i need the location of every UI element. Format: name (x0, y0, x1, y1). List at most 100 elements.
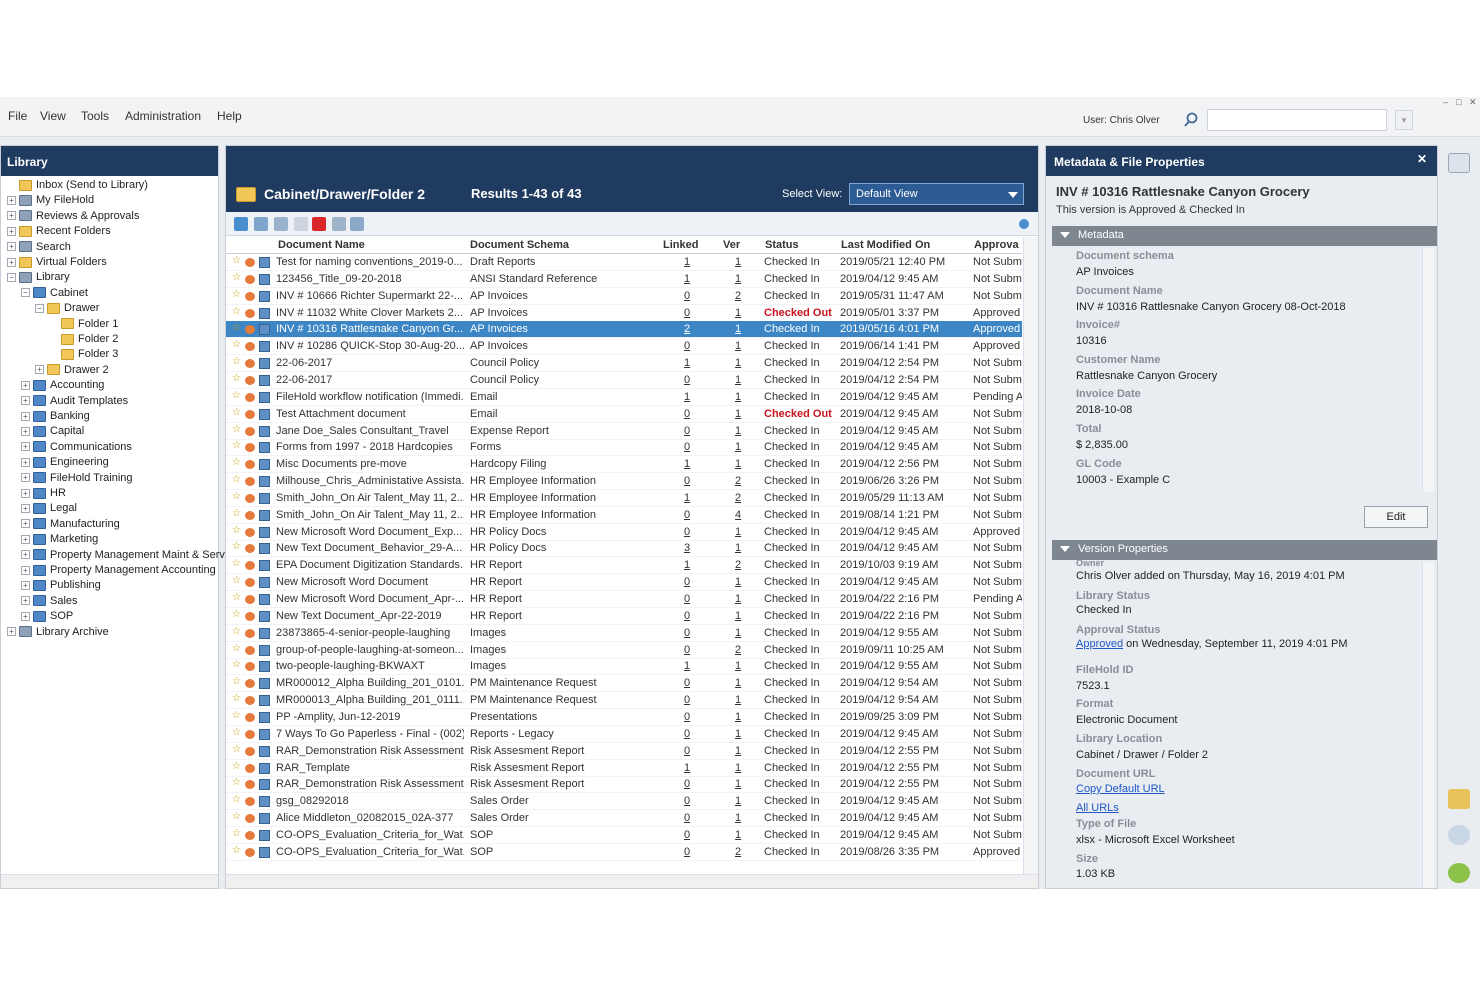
cell-version[interactable]: 1 (735, 323, 745, 335)
favorite-star-icon[interactable]: ☆ (232, 322, 242, 333)
favorite-star-icon[interactable]: ☆ (232, 306, 242, 317)
add-document-icon[interactable] (234, 217, 248, 231)
tree-item[interactable]: + Capital (21, 424, 84, 439)
cell-version[interactable]: 1 (735, 374, 745, 386)
tree-item[interactable]: + Property Management Maint & Serv (21, 548, 225, 563)
tree-item[interactable]: + Recent Folders (7, 224, 111, 239)
table-row[interactable]: ☆ RAR_Demonstration Risk Assessment... Ris… (226, 776, 1022, 794)
cell-version[interactable]: 1 (735, 357, 745, 369)
cell-linked[interactable]: 0 (684, 846, 694, 858)
expander-icon[interactable]: + (21, 411, 30, 421)
tree-item[interactable]: + Drawer 2 (35, 363, 109, 378)
expander-icon[interactable]: − (21, 288, 30, 298)
search-dropdown-button[interactable]: ▾ (1395, 110, 1413, 130)
zoom-icon[interactable] (1448, 825, 1470, 845)
expander-icon[interactable]: + (21, 550, 30, 560)
document-horizontal-scrollbar[interactable] (226, 874, 1038, 888)
table-row[interactable]: ☆ PP -Amplity, Jun-12-2019 Presentations 0 1… (226, 709, 1022, 726)
metadata-scrollbar[interactable] (1422, 248, 1434, 492)
cell-version[interactable]: 1 (735, 458, 745, 470)
favorite-star-icon[interactable]: ☆ (232, 693, 242, 704)
cell-linked[interactable]: 0 (684, 576, 694, 588)
cell-version[interactable]: 1 (735, 677, 745, 689)
expander-icon[interactable]: + (7, 226, 16, 236)
table-row[interactable]: ☆ 22-06-2017 Council Policy 0 1 Checked In 201… (226, 372, 1022, 389)
favorite-star-icon[interactable]: ☆ (232, 676, 242, 687)
table-row[interactable]: ☆ INV # 10316 Rattlesnake Canyon Gr... AP … (226, 321, 1022, 339)
cell-linked[interactable]: 1 (684, 492, 694, 504)
cell-version[interactable]: 1 (735, 576, 745, 588)
move-icon[interactable] (294, 217, 308, 231)
tree-item[interactable]: + Library Archive (7, 625, 109, 640)
favorite-star-icon[interactable]: ☆ (232, 845, 242, 856)
tree-item[interactable]: Folder 1 (49, 317, 118, 332)
cell-linked[interactable]: 0 (684, 307, 694, 319)
favorite-star-icon[interactable]: ☆ (232, 356, 242, 367)
tree-item[interactable]: + Banking (21, 409, 90, 424)
search-input[interactable] (1207, 109, 1387, 131)
cell-version[interactable]: 2 (735, 290, 745, 302)
expander-icon[interactable]: + (21, 488, 30, 498)
expander-icon[interactable]: + (21, 519, 30, 529)
expander-icon[interactable]: + (7, 257, 16, 267)
cell-linked[interactable]: 0 (684, 526, 694, 538)
search-icon[interactable] (1183, 112, 1199, 128)
tree-item[interactable]: + Reviews & Approvals (7, 209, 139, 224)
tree-item[interactable]: + Property Management Accounting (21, 563, 216, 578)
expander-icon[interactable]: + (21, 534, 30, 544)
favorite-star-icon[interactable]: ☆ (232, 575, 242, 586)
menu-help[interactable]: Help (217, 109, 242, 123)
table-row[interactable]: ☆ Test Attachment document Email 0 1 Checked … (226, 406, 1022, 423)
column-document-name[interactable]: Document Name (278, 239, 365, 251)
favorite-star-icon[interactable]: ☆ (232, 828, 242, 839)
favorite-star-icon[interactable]: ☆ (232, 592, 242, 603)
cell-linked[interactable]: 1 (684, 357, 694, 369)
cell-linked[interactable]: 0 (684, 340, 694, 352)
favorite-star-icon[interactable]: ☆ (232, 289, 242, 300)
all-urls-link[interactable]: All URLs (1076, 802, 1119, 814)
expander-icon[interactable]: + (21, 565, 30, 575)
expander-icon[interactable]: + (21, 396, 30, 406)
cell-version[interactable]: 1 (735, 627, 745, 639)
cell-linked[interactable]: 0 (684, 408, 694, 420)
table-row[interactable]: ☆ New Microsoft Word Document HR Report 0 1 C… (226, 574, 1022, 592)
approved-link[interactable]: Approved (1076, 638, 1123, 650)
expander-icon[interactable]: + (21, 503, 30, 513)
tree-item[interactable]: + HR (21, 486, 66, 501)
favorite-star-icon[interactable]: ☆ (232, 710, 242, 721)
edit-metadata-button[interactable]: Edit (1364, 506, 1428, 528)
cell-linked[interactable]: 1 (684, 458, 694, 470)
cell-version[interactable]: 1 (735, 762, 745, 774)
metadata-section-header[interactable]: Metadata (1052, 226, 1437, 246)
cell-linked[interactable]: 1 (684, 391, 694, 403)
table-row[interactable]: ☆ New Text Document_Behavior_29-A... HR Po… (226, 540, 1022, 558)
table-row[interactable]: ☆ CO-OPS_Evaluation_Criteria_for_Wat... SO… (226, 827, 1022, 844)
table-row[interactable]: ☆ MR000013_Alpha Building_201_0111... PM M… (226, 692, 1022, 710)
cell-linked[interactable]: 1 (684, 660, 694, 672)
cell-version[interactable]: 1 (735, 812, 745, 824)
tree-item[interactable]: + My FileHold (7, 193, 94, 208)
version-section-header[interactable]: Version Properties (1052, 540, 1437, 560)
cell-version[interactable]: 2 (735, 846, 745, 858)
workflow-icon[interactable] (350, 217, 364, 231)
favorite-star-icon[interactable]: ☆ (232, 491, 242, 502)
expander-icon[interactable]: + (21, 596, 30, 606)
cell-linked[interactable]: 0 (684, 829, 694, 841)
favorite-star-icon[interactable]: ☆ (232, 777, 242, 788)
table-row[interactable]: ☆ Forms from 1997 - 2018 Hardcopies Forms 0… (226, 439, 1022, 457)
cell-linked[interactable]: 0 (684, 795, 694, 807)
favorite-star-icon[interactable]: ☆ (232, 541, 242, 552)
cell-version[interactable]: 1 (735, 610, 745, 622)
cell-linked[interactable]: 1 (684, 256, 694, 268)
view-select[interactable]: Default View (849, 183, 1024, 205)
favorite-star-icon[interactable]: ☆ (232, 272, 242, 283)
cell-version[interactable]: 1 (735, 593, 745, 605)
cell-linked[interactable]: 1 (684, 559, 694, 571)
table-row[interactable]: ☆ group-of-people-laughing-at-someon... Im… (226, 642, 1022, 659)
table-row[interactable]: ☆ 7 Ways To Go Paperless - Final - (002) R… (226, 726, 1022, 743)
cell-version[interactable]: 1 (735, 307, 745, 319)
expander-icon[interactable]: + (21, 580, 30, 590)
cell-linked[interactable]: 0 (684, 374, 694, 386)
cell-version[interactable]: 2 (735, 644, 745, 656)
cell-linked[interactable]: 0 (684, 677, 694, 689)
